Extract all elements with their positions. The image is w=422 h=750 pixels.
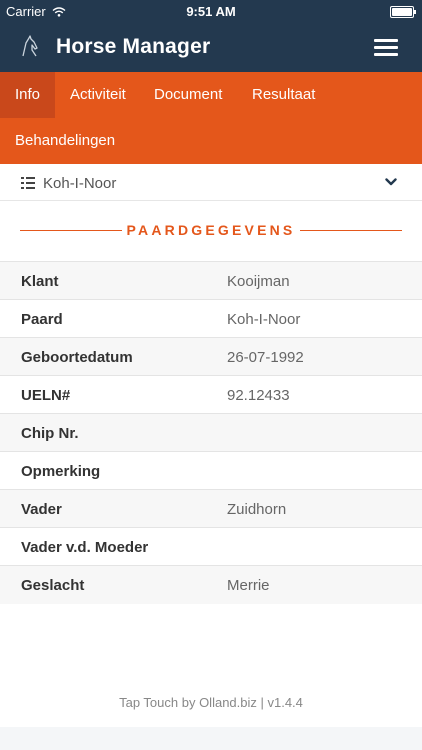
selected-horse-name: Koh-I-Noor: [43, 175, 117, 192]
field-label: Geboortedatum: [21, 349, 133, 366]
field-value: Merrie: [227, 577, 270, 594]
detail-row-ueln: UELN# 92.12433: [0, 375, 422, 413]
nav-bar: Horse Manager: [0, 22, 422, 72]
field-label: Vader: [21, 501, 62, 518]
detail-row-geboortedatum: Geboortedatum 26-07-1992: [0, 337, 422, 375]
tab-document[interactable]: Document: [139, 72, 237, 118]
field-value: 92.12433: [227, 387, 290, 404]
tab-resultaat[interactable]: Resultaat: [237, 72, 330, 118]
horse-selector[interactable]: Koh-I-Noor: [0, 164, 422, 201]
horse-details-panel: PAARDGEGEVENS Klant Kooijman Paard Koh-I…: [0, 201, 422, 727]
list-icon: [21, 177, 35, 189]
horse-logo-icon: [22, 35, 38, 57]
field-value: Zuidhorn: [227, 501, 287, 518]
detail-row-paard: Paard Koh-I-Noor: [0, 299, 422, 337]
divider-right: [300, 230, 402, 231]
tab-activiteit[interactable]: Activiteit: [55, 72, 141, 118]
field-label: Paard: [21, 311, 63, 328]
hamburger-menu-icon[interactable]: [374, 39, 398, 56]
field-value: 26-07-1992: [227, 349, 304, 366]
field-value: Kooijman: [227, 273, 290, 290]
field-label: Klant: [21, 273, 59, 290]
field-label: Opmerking: [21, 463, 101, 480]
status-bar: Carrier 9:51 AM: [0, 0, 422, 22]
section-header: PAARDGEGEVENS: [0, 201, 422, 261]
detail-row-opmerking: Opmerking: [0, 451, 422, 489]
detail-row-geslacht: Geslacht Merrie: [0, 565, 422, 604]
chevron-down-icon[interactable]: [385, 177, 397, 187]
detail-row-klant: Klant Kooijman: [0, 261, 422, 299]
tab-info[interactable]: Info: [0, 72, 56, 118]
tab-bar: Info Activiteit Document Resultaat Behan…: [0, 72, 422, 164]
field-value: Koh-I-Noor: [227, 311, 301, 328]
field-label: Chip Nr.: [21, 425, 79, 442]
clock: 9:51 AM: [186, 4, 236, 19]
footer-credits: Tap Touch by Olland.biz | v1.4.4: [119, 695, 303, 710]
detail-row-vader-moeder: Vader v.d. Moeder: [0, 527, 422, 565]
field-label: Geslacht: [21, 577, 85, 594]
field-label: UELN#: [21, 387, 71, 404]
field-label: Vader v.d. Moeder: [21, 539, 149, 556]
detail-row-chip: Chip Nr.: [0, 413, 422, 451]
battery-icon: [390, 6, 416, 18]
app-title: Horse Manager: [56, 35, 211, 58]
detail-row-vader: Vader Zuidhorn: [0, 489, 422, 527]
tab-behandelingen[interactable]: Behandelingen: [0, 118, 130, 164]
